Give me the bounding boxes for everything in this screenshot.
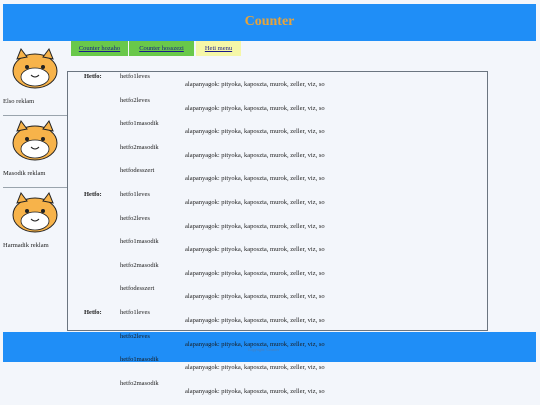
dish-ingredients: alapanyagok: pityoka, kaposzta, murok, z… <box>185 104 325 112</box>
footer-text: Copyright: Counter <box>248 347 280 352</box>
dish-name: hetfodesszert <box>120 167 155 175</box>
dish-name: hetfo2leves <box>120 332 150 340</box>
dish-name: hetfo2leves <box>120 214 150 222</box>
dish-ingredients: alapanyagok: pityoka, kaposzta, murok, z… <box>185 293 325 301</box>
ad-1[interactable]: Elso reklam <box>3 45 67 116</box>
dish-name: hetfo2leves <box>120 96 150 104</box>
dish-name: hetfo2masodik <box>120 143 159 151</box>
dish-ingredients: alapanyagok: pityoka, kaposzta, murok, z… <box>185 269 325 277</box>
dish-name: hetfo2masodik <box>120 261 159 269</box>
dish-name: hetfo1masodik <box>120 238 159 246</box>
cat-mascot-icon <box>12 47 58 89</box>
nav-counter-hosszezi[interactable]: Counter hosszezi <box>129 41 194 56</box>
dish-name: hetfo1masodik <box>120 356 159 364</box>
dish-name: hetfo1leves <box>120 191 150 198</box>
dish-ingredients: alapanyagok: pityoka, kaposzta, murok, z… <box>185 199 325 206</box>
ad-label: Harmadik reklam <box>3 242 49 249</box>
dish-name: hetfo1masodik <box>120 120 159 128</box>
dish-name: hetfo2masodik <box>120 379 159 387</box>
nav-counter-hozaho[interactable]: Counter hozaho <box>71 41 128 56</box>
dish-ingredients: alapanyagok: pityoka, kaposzta, murok, z… <box>185 128 325 136</box>
dish-ingredients: alapanyagok: pityoka, kaposzta, murok, z… <box>185 151 325 159</box>
ad-label: Elso reklam <box>3 98 35 105</box>
ad-label: Masodik reklam <box>3 170 46 177</box>
day-label: Hetfo: <box>84 191 102 198</box>
page-title: Counter <box>244 14 295 29</box>
header-bar: Counter <box>3 4 536 41</box>
dish-ingredients: alapanyagok: pityoka, kaposzta, murok, z… <box>185 222 325 230</box>
dish-ingredients: alapanyagok: pityoka, kaposzta, murok, z… <box>185 317 325 324</box>
dish-ingredients: alapanyagok: pityoka, kaposzta, murok, z… <box>185 175 325 183</box>
dish-ingredients: alapanyagok: pityoka, kaposzta, murok, z… <box>185 364 325 372</box>
dish-ingredients: alapanyagok: pityoka, kaposzta, murok, z… <box>185 340 325 348</box>
day-label: Hetfo: <box>84 309 102 316</box>
dish-ingredients: alapanyagok: pityoka, kaposzta, murok, z… <box>185 387 325 395</box>
dish-name: hetfodesszert <box>120 285 155 293</box>
sidebar: Elso reklam Masodik reklam Harmadik rekl… <box>3 45 67 260</box>
dish-name: hetfo1leves <box>120 309 150 316</box>
cat-mascot-icon <box>12 191 58 233</box>
cat-mascot-icon <box>12 119 58 161</box>
dish-ingredients: alapanyagok: pityoka, kaposzta, murok, z… <box>185 246 325 254</box>
dish-name: hetfo1leves <box>120 73 150 80</box>
nav-heti-menu[interactable]: Heti menu <box>196 41 241 56</box>
day-label: Hetfo: <box>84 73 102 80</box>
dish-ingredients: alapanyagok: pityoka, kaposzta, murok, z… <box>185 81 325 88</box>
ad-2[interactable]: Masodik reklam <box>3 117 67 188</box>
ad-3[interactable]: Harmadik reklam <box>3 189 67 259</box>
